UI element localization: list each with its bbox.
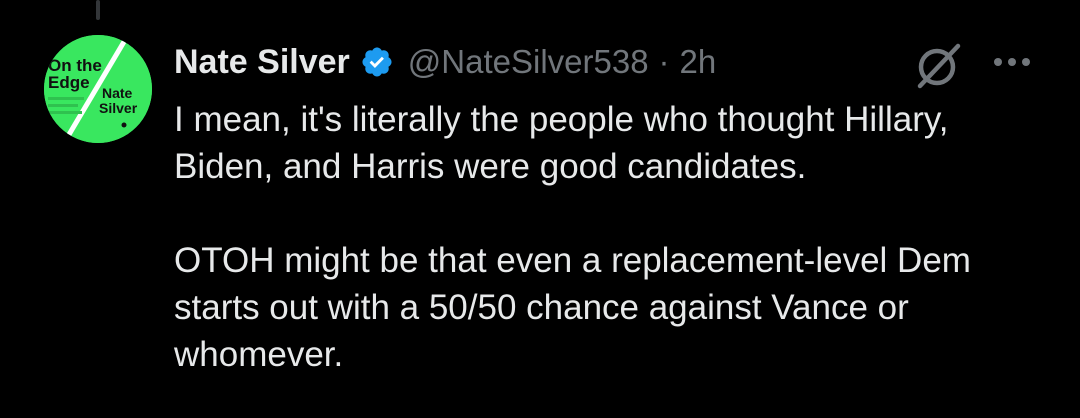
tweet[interactable]: On the Edge Nate Silver Nate Silver @Nat… (0, 0, 1080, 418)
avatar-text-silver: Silver (99, 100, 138, 116)
avatar-text-edge: Edge (48, 73, 90, 92)
thread-connector-line (96, 0, 100, 20)
timestamp[interactable]: 2h (680, 43, 717, 81)
avatar[interactable]: On the Edge Nate Silver (44, 35, 152, 143)
tweet-paragraph-2: OTOH might be that even a replacement-le… (174, 241, 971, 374)
author-name[interactable]: Nate Silver (174, 43, 350, 82)
tweet-header: Nate Silver @NateSilver538 · 2h (174, 36, 716, 88)
more-options-icon[interactable] (992, 55, 1032, 69)
grok-icon[interactable] (914, 40, 964, 90)
author-handle[interactable]: @NateSilver538 (408, 43, 649, 81)
tweet-paragraph-1: I mean, it's literally the people who th… (174, 100, 949, 186)
verified-badge-icon[interactable] (360, 45, 394, 79)
separator-dot: · (658, 43, 670, 80)
avatar-text-nate: Nate (102, 85, 133, 101)
avatar-logo: On the Edge Nate Silver (44, 35, 152, 143)
tweet-text: I mean, it's literally the people who th… (174, 96, 1054, 378)
